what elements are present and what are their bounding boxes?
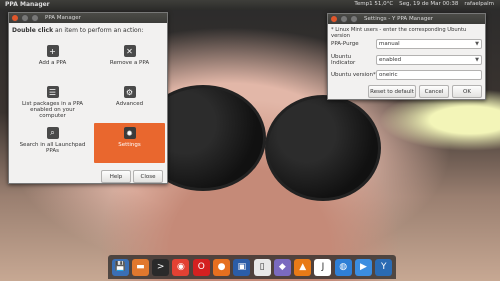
cancel-button[interactable]: Cancel <box>419 85 449 98</box>
action-grid: + Add a PPA ✕ Remove a PPA ☰ List packag… <box>17 41 165 163</box>
save-icon[interactable]: 💾 <box>111 258 129 276</box>
user-menu[interactable]: rafaelpalm <box>464 1 494 7</box>
wrench-icon: ⚙ <box>123 86 136 98</box>
version-value: oneiric <box>379 72 398 78</box>
settings-window-titlebar[interactable]: Settings - Y PPA Manager <box>328 14 485 24</box>
instruction-text: Double click an item to perform an actio… <box>9 23 167 37</box>
ppa-purge-value: manual <box>379 41 400 47</box>
indicator-label: Ubuntu Indicator <box>331 54 356 66</box>
folder-icon[interactable]: ▬ <box>131 258 149 276</box>
chevron-down-icon: ▼ <box>475 41 479 47</box>
remove-ppa-tile[interactable]: ✕ Remove a PPA <box>94 41 165 81</box>
settings-window-title: Settings - Y PPA Manager <box>364 16 434 22</box>
vlc-icon[interactable]: ▲ <box>294 258 312 276</box>
tile-label: Advanced <box>115 101 144 107</box>
ok-button[interactable]: OK <box>452 85 482 98</box>
tile-label: List packages in a PPA enabled on your c… <box>21 101 84 119</box>
instruction-rest: an item to perform an action: <box>53 27 144 34</box>
gear-icon: ✹ <box>123 127 136 139</box>
ppa-purge-label: PPA-Purge <box>331 41 359 47</box>
document-icon[interactable]: ▯ <box>253 258 271 276</box>
settings-window: Settings - Y PPA Manager * Linux Mint us… <box>327 13 486 100</box>
ppa-purge-select[interactable]: manual ▼ <box>376 39 482 49</box>
x-icon: ✕ <box>123 45 136 57</box>
minimize-window-icon[interactable] <box>340 15 348 23</box>
opera-icon[interactable]: O <box>192 258 210 276</box>
close-window-icon[interactable] <box>330 15 338 23</box>
chrome-icon[interactable]: ◉ <box>172 258 190 276</box>
tile-label: Settings <box>118 142 141 148</box>
instruction-bold: Double click <box>12 27 54 34</box>
java-icon[interactable]: J <box>314 258 332 276</box>
version-input[interactable]: oneiric <box>376 70 482 80</box>
search-ppas-tile[interactable]: ⌕ Search in all Launchpad PPAs <box>17 123 88 163</box>
clock[interactable]: Seg, 19 de Mar 00:38 <box>399 1 458 7</box>
top-panel-indicators: Temp1 51,0°C Seg, 19 de Mar 00:38 rafael… <box>354 1 494 7</box>
virtualbox-icon[interactable]: ▣ <box>233 258 251 276</box>
dock: 💾 ▬ > ◉ O ● ▣ ▯ ◆ ▲ J ◍ ▶ Y <box>108 255 396 279</box>
tile-label: Add a PPA <box>38 60 67 66</box>
maximize-window-icon[interactable] <box>350 15 358 23</box>
reset-default-button[interactable]: Reset to default <box>368 85 416 98</box>
minimize-window-icon[interactable] <box>21 14 29 22</box>
add-ppa-tile[interactable]: + Add a PPA <box>17 41 88 81</box>
search-icon: ⌕ <box>46 127 59 139</box>
cube-icon[interactable]: ◆ <box>273 258 291 276</box>
settings-tile[interactable]: ✹ Settings <box>94 123 165 163</box>
ppa-manager-icon[interactable]: Y <box>375 258 393 276</box>
tile-label: Search in all Launchpad PPAs <box>19 142 86 154</box>
play-icon[interactable]: ▶ <box>355 258 373 276</box>
list-packages-tile[interactable]: ☰ List packages in a PPA enabled on your… <box>17 82 88 122</box>
list-icon: ☰ <box>46 86 59 98</box>
close-window-icon[interactable] <box>11 14 19 22</box>
main-window-titlebar[interactable]: PPA Manager <box>9 13 167 23</box>
indicator-value: enabled <box>379 57 402 63</box>
help-button[interactable]: Help <box>101 170 131 183</box>
main-window-title: PPA Manager <box>45 15 81 21</box>
version-label: Ubuntu version* <box>331 72 376 78</box>
firefox-icon[interactable]: ● <box>213 258 231 276</box>
temperature-indicator[interactable]: Temp1 51,0°C <box>354 1 393 7</box>
chevron-down-icon: ▼ <box>475 57 479 63</box>
main-window: PPA Manager Double click an item to perf… <box>8 12 168 184</box>
advanced-tile[interactable]: ⚙ Advanced <box>94 82 165 122</box>
indicator-select[interactable]: enabled ▼ <box>376 55 482 65</box>
globe-icon[interactable]: ◍ <box>334 258 352 276</box>
maximize-window-icon[interactable] <box>31 14 39 22</box>
terminal-icon[interactable]: > <box>152 258 170 276</box>
sunglass-right-lens <box>265 95 381 201</box>
tile-label: Remove a PPA <box>109 60 150 66</box>
plus-icon: + <box>46 45 59 57</box>
top-panel: PPA Manager Temp1 51,0°C Seg, 19 de Mar … <box>0 0 500 10</box>
top-panel-app-name: PPA Manager <box>5 1 50 8</box>
close-button[interactable]: Close <box>133 170 163 183</box>
